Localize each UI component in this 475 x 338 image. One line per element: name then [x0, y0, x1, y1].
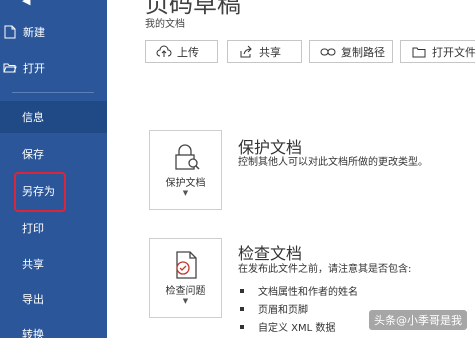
watermark: 头条@小季哥是我: [369, 310, 467, 330]
share-button[interactable]: 共享: [227, 40, 302, 63]
dropdown-caret-icon: ▼: [182, 189, 189, 197]
sidebar-item-open[interactable]: 打开: [0, 52, 107, 84]
open-file-location-button[interactable]: 打开文件位: [400, 40, 475, 63]
share-label: 共享: [259, 45, 281, 59]
bullet-icon: [240, 306, 244, 311]
back-arrow-icon[interactable]: ◀: [22, 0, 30, 7]
list-item: 自定义 XML 数据: [240, 319, 335, 334]
sidebar-item-new[interactable]: 新建: [0, 16, 107, 48]
protect-document-card-label: 保护文档: [165, 178, 206, 189]
bullet-icon: [240, 324, 244, 329]
new-document-icon: [3, 25, 17, 39]
sidebar-item-print[interactable]: 打印: [0, 212, 107, 244]
protect-document-title: 保护文档: [238, 138, 303, 157]
lock-icon: [170, 141, 202, 173]
upload-icon: [156, 44, 172, 60]
inspect-document-title: 检查文档: [238, 244, 303, 263]
sidebar-item-label: 转换: [22, 328, 44, 338]
info-panel: 页码草稿 我的文档 上传 共享 复制路径 打开文件位: [107, 0, 475, 338]
red-highlight-annotation: [14, 172, 66, 212]
folder-icon: [411, 44, 427, 60]
check-issues-card[interactable]: 检查问题 ▼: [149, 238, 222, 318]
list-item: 页眉和页脚: [240, 301, 308, 316]
protect-document-card[interactable]: 保护文档 ▼: [149, 130, 222, 210]
protect-document-description: 控制其他人可以对此文档所做的更改类型。: [238, 157, 428, 168]
sidebar-item-label: 信息: [22, 111, 44, 124]
link-icon: [320, 44, 336, 60]
sidebar-divider: [12, 92, 94, 93]
sidebar-item-label: 导出: [22, 293, 44, 306]
sidebar-item-export[interactable]: 导出: [0, 283, 107, 315]
sidebar-item-label: 打印: [22, 222, 44, 235]
check-document-icon: [170, 249, 202, 281]
sidebar-item-transform[interactable]: 转换: [0, 318, 107, 338]
backstage-sidebar: ◀ 新建 打开 信息 保存 另存为 打印 共享 导出 转换: [0, 0, 107, 338]
sidebar-item-share[interactable]: 共享: [0, 248, 107, 280]
copy-path-label: 复制路径: [341, 45, 385, 59]
upload-label: 上传: [177, 45, 199, 59]
sidebar-item-save[interactable]: 保存: [0, 138, 107, 170]
document-location: 我的文档: [145, 19, 185, 30]
dropdown-caret-icon: ▼: [182, 297, 189, 305]
sidebar-item-label: 新建: [23, 26, 45, 39]
copy-path-button[interactable]: 复制路径: [309, 40, 393, 63]
share-icon: [238, 44, 254, 60]
upload-button[interactable]: 上传: [145, 40, 218, 63]
open-folder-icon: [3, 61, 17, 75]
sidebar-item-label: 共享: [22, 258, 44, 271]
sidebar-item-label: 打开: [23, 62, 45, 75]
list-item: 文档属性和作者的姓名: [240, 283, 358, 298]
check-issues-card-label: 检查问题: [165, 286, 206, 297]
open-file-location-label: 打开文件位: [432, 45, 475, 59]
sidebar-item-label: 保存: [22, 148, 44, 161]
inspect-document-description: 在发布此文件之前，请注意其是否包含:: [238, 264, 412, 275]
bullet-icon: [240, 288, 244, 293]
sidebar-item-info[interactable]: 信息: [0, 101, 107, 133]
